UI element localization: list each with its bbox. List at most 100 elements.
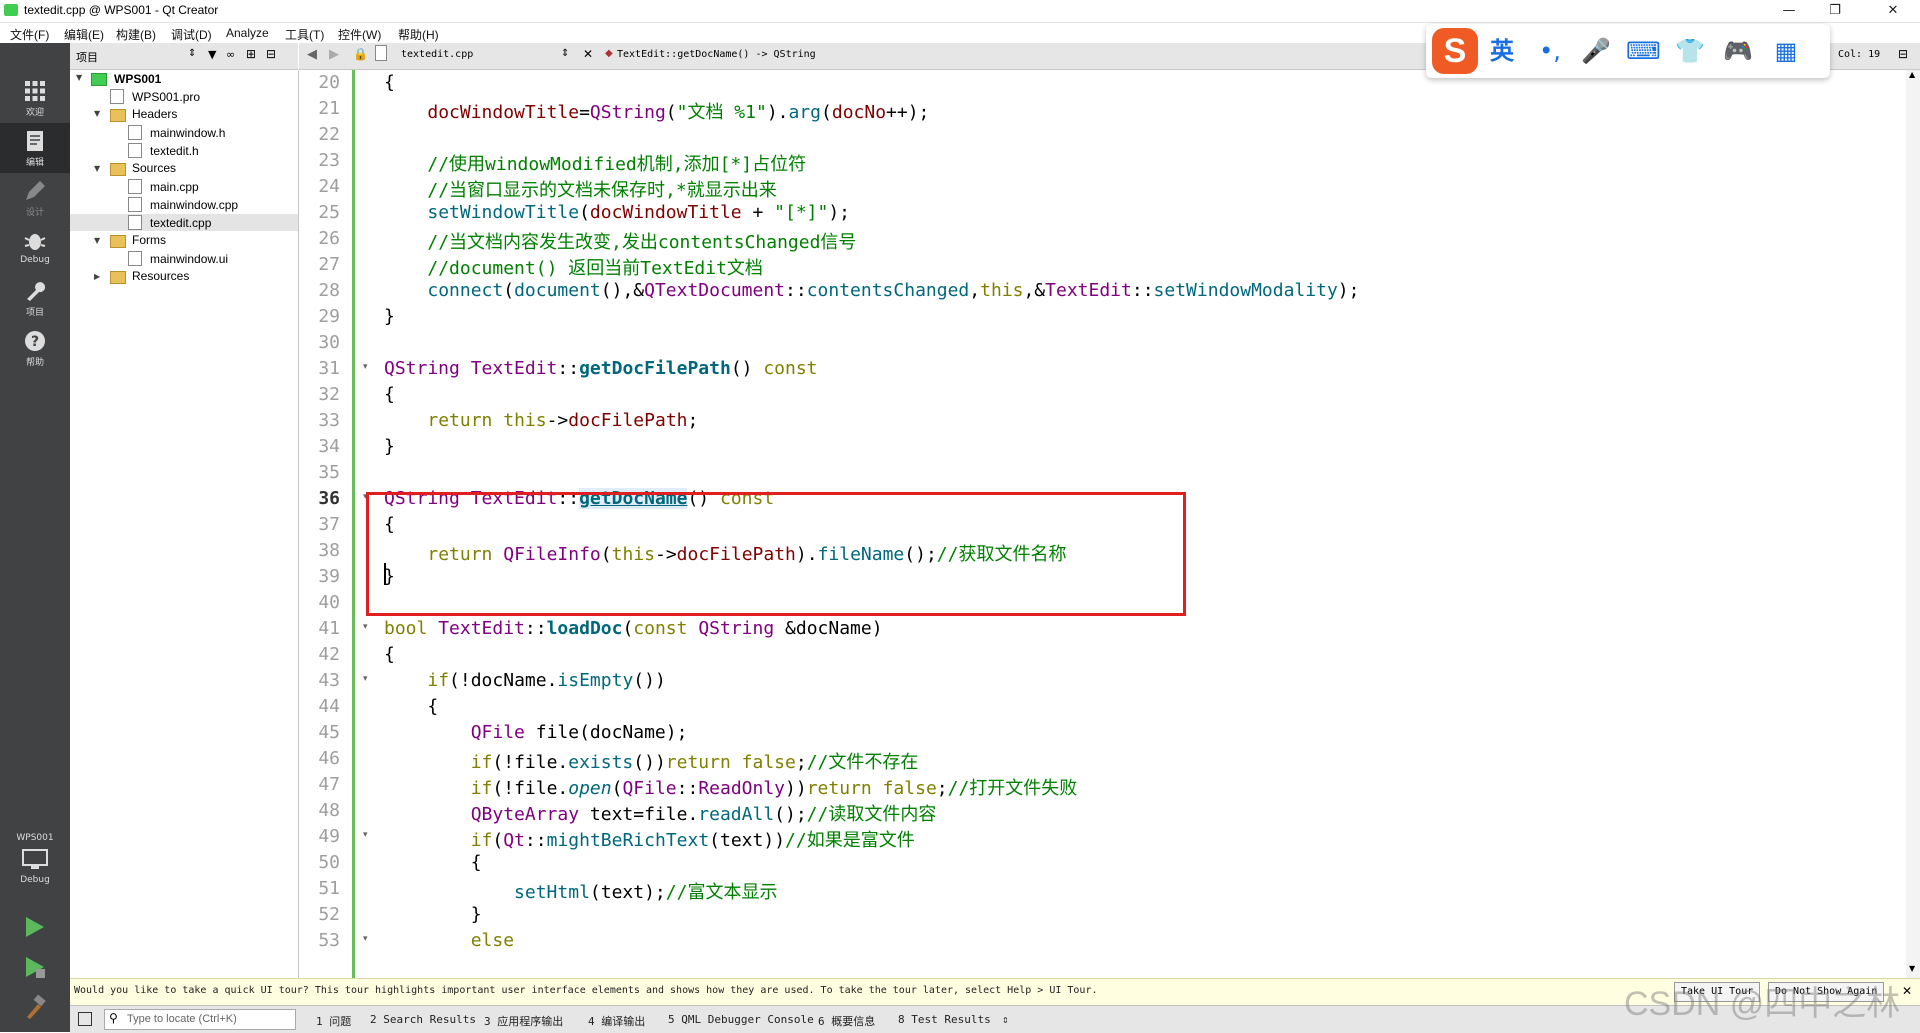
project-view-selector[interactable]: 项目 [76,49,98,65]
split-editor-icon[interactable]: ⊟ [1898,47,1908,61]
menu-file[interactable]: 文件(F) [10,26,49,43]
toggle-sidebar-icon[interactable] [78,1012,92,1026]
line-number: 21 [318,98,340,119]
mode-help[interactable]: ? 帮助 [0,323,70,373]
updown-icon[interactable]: ⇕ [1002,1013,1009,1026]
sogou-logo-icon[interactable]: S [1432,28,1478,74]
menu-widgets[interactable]: 控件(W) [338,26,381,43]
open-file-selector[interactable]: textedit.cpp [401,49,473,60]
kit-selector[interactable]: Debug [0,849,70,893]
tree-item-forms[interactable]: Forms [132,233,166,247]
split-icon[interactable]: ⊞ [246,47,256,61]
infobar-message: Would you like to take a quick UI tour? … [74,985,1098,996]
tree-item-resources[interactable]: Resources [132,269,189,283]
line-number: 28 [318,280,340,301]
line-number: 25 [318,202,340,223]
tree-item-project[interactable]: WPS001 [114,72,161,86]
code-line: } [384,904,482,925]
ime-language-toggle[interactable]: 英 [1486,36,1518,66]
vertical-scrollbar[interactable]: ▲ ▼ [1906,70,1920,978]
menu-debug[interactable]: 调试(D) [171,26,212,43]
tree-item-textedit-cpp[interactable]: textedit.cpp [150,216,211,230]
code-line: bool TextEdit::loadDoc(const QString &do… [384,618,883,639]
collapse-arrow-icon[interactable]: ▶ [94,272,100,281]
skin-icon[interactable]: 👕 [1674,36,1706,66]
output-pane-test-results[interactable]: 8 Test Results [898,1013,991,1026]
menu-help[interactable]: 帮助(H) [398,26,439,43]
line-number: 37 [318,514,340,535]
expand-arrow-icon[interactable]: ▼ [94,164,100,173]
updown-icon[interactable]: ⇕ [188,48,196,59]
output-pane-compile-output[interactable]: 4 编译输出 [588,1013,645,1029]
symbol-selector[interactable]: TextEdit::getDocName() -> QString [617,49,816,60]
code-line: return this->docFilePath; [427,410,699,431]
mode-projects[interactable]: 项目 [0,273,70,323]
forward-arrow-icon[interactable]: ▶ [329,47,339,62]
debug-run-icon[interactable] [24,955,46,979]
search-icon: ⚲ [109,1011,118,1025]
menu-edit[interactable]: 编辑(E) [64,26,104,43]
menu-analyze[interactable]: Analyze [226,26,269,40]
tree-item-mainwindow-ui[interactable]: mainwindow.ui [150,252,228,266]
apps-icon[interactable]: ▦ [1770,36,1802,66]
ime-punctuation-toggle[interactable]: •, [1534,36,1566,66]
line-number: 51 [318,878,340,899]
scroll-down-icon[interactable]: ▼ [1909,964,1915,973]
output-pane-search-results[interactable]: 2 Search Results [370,1013,476,1026]
tree-item-main-cpp[interactable]: main.cpp [150,180,199,194]
maximize-button[interactable]: ❐ [1812,0,1858,22]
close-panel-icon[interactable]: ⊟ [266,47,276,61]
line-number: 23 [318,150,340,171]
expand-arrow-icon[interactable]: ▼ [94,236,100,245]
header-file-icon [128,125,142,140]
header-file-icon [128,143,142,158]
output-pane-qml-debugger[interactable]: 5 QML Debugger Console [668,1013,814,1026]
gamepad-icon[interactable]: 🎮 [1722,36,1754,66]
tree-item-mainwindow-h[interactable]: mainwindow.h [150,126,225,140]
expand-arrow-icon[interactable]: ▼ [94,109,100,118]
line-number: 39 [318,566,340,587]
keyboard-icon[interactable]: ⌨ [1626,36,1661,66]
locator-input[interactable]: ⚲ Type to locate (Ctrl+K) [104,1009,296,1030]
change-marker-bar [352,70,355,978]
output-pane-issues[interactable]: 1 问题 [316,1013,351,1029]
mode-debug[interactable]: Debug [0,223,70,273]
expand-arrow-icon[interactable]: ▼ [76,73,82,82]
menu-build[interactable]: 构建(B) [116,26,156,43]
code-line: } [384,306,395,327]
close-document-icon[interactable]: ✕ [583,47,593,61]
code-line: if(Qt::mightBeRichText(text))//如果是富文件 [470,830,915,851]
mode-label: 编辑 [25,158,44,168]
close-infobar-icon[interactable]: ✕ [1902,984,1912,998]
code-line: //当窗口显示的文档未保存时,*就显示出来 [427,180,777,201]
minimize-button[interactable]: — [1766,0,1812,22]
menu-tools[interactable]: 工具(T) [285,26,324,43]
build-hammer-icon[interactable] [24,995,46,1019]
grid-icon [25,81,45,101]
run-icon[interactable] [24,915,46,939]
output-pane-application-output[interactable]: 3 应用程序输出 [484,1013,563,1029]
mode-welcome[interactable]: 欢迎 [0,73,70,123]
link-icon[interactable]: ∞ [226,48,235,61]
line-number: 43 [318,670,340,691]
code-line: setWindowTitle(docWindowTitle + "[*]"); [427,202,851,223]
close-button[interactable]: ✕ [1866,0,1920,22]
mode-design[interactable]: 设计 [0,173,70,223]
tree-item-headers[interactable]: Headers [132,107,177,121]
code-line: //当文档内容发生改变,发出contentsChanged信号 [427,232,857,253]
line-number: 35 [318,462,340,483]
updown-icon[interactable]: ⇕ [561,48,569,59]
tree-item-sources[interactable]: Sources [132,161,176,175]
tree-item-textedit-h[interactable]: textedit.h [150,144,199,158]
code-line: //document() 返回当前TextEdit文档 [427,258,763,279]
tree-item-mainwindow-cpp[interactable]: mainwindow.cpp [150,198,238,212]
filter-icon[interactable]: ▼ [208,48,216,61]
code-line: { [384,852,482,873]
output-pane-general-messages[interactable]: 6 概要信息 [818,1013,875,1029]
back-arrow-icon[interactable]: ◀ [307,47,317,62]
microphone-icon[interactable]: 🎤 [1580,36,1612,66]
scroll-up-icon[interactable]: ▲ [1909,70,1915,79]
tree-item-pro[interactable]: WPS001.pro [132,90,200,104]
mode-edit[interactable]: 编辑 [0,123,70,173]
help-icon: ? [25,331,45,351]
